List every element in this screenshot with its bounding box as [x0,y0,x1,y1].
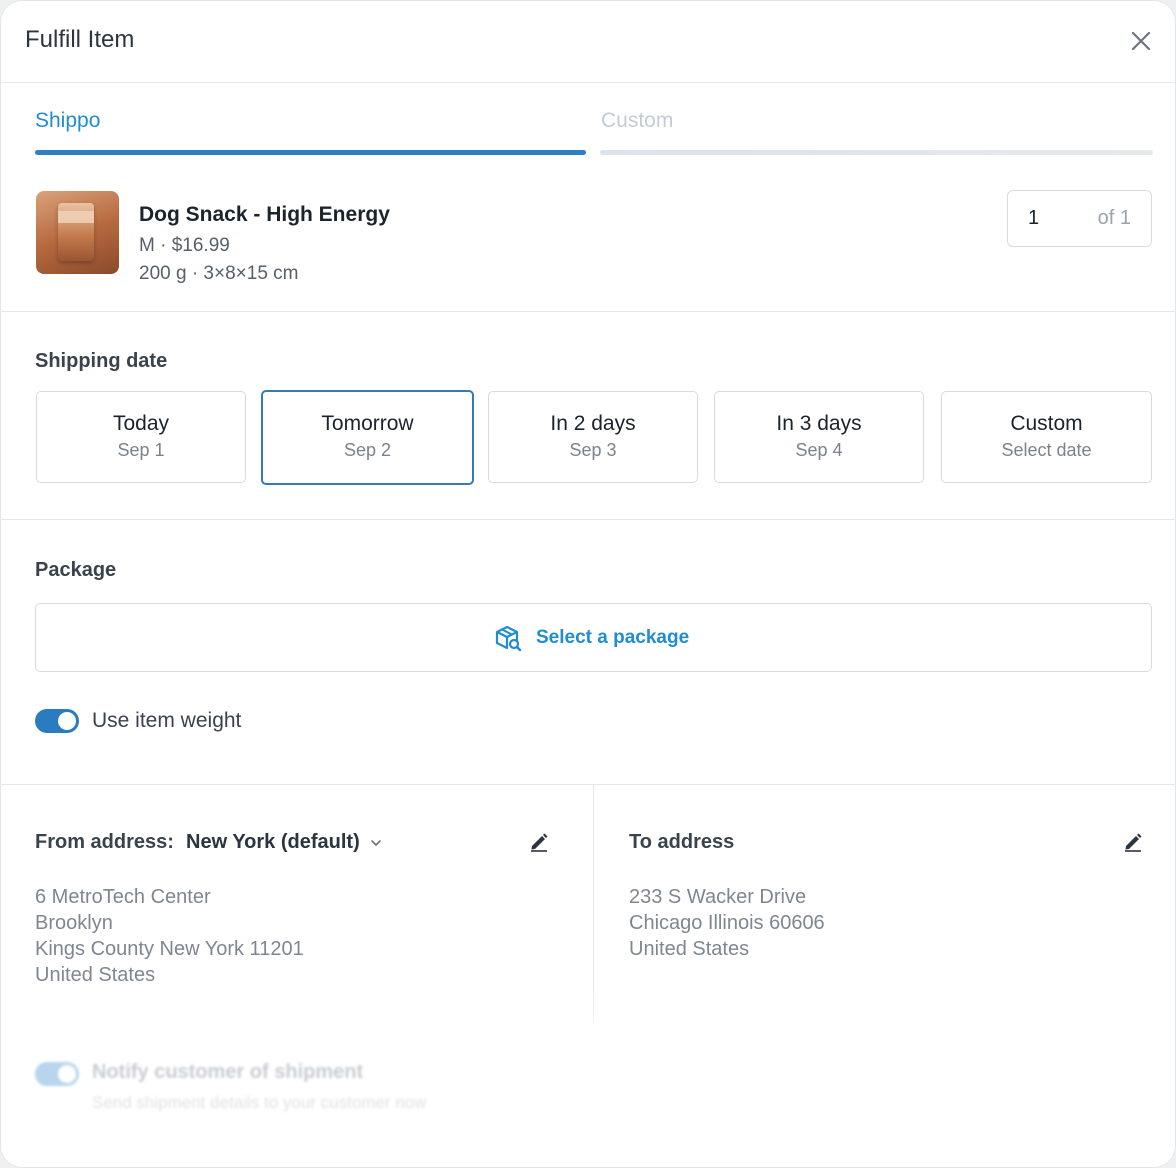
use-item-weight-label: Use item weight [92,709,242,732]
shipping-date-label: Shipping date [35,350,168,372]
use-item-weight-toggle[interactable] [35,709,79,733]
item-row: Dog Snack - High Energy M · $16.99 200 g… [1,155,1175,312]
date-option-in-2-days[interactable]: In 2 days Sep 3 [488,391,698,483]
edit-from-address-button[interactable] [527,829,551,853]
from-address-lines: 6 MetroTech Center Brooklyn Kings County… [35,886,304,986]
date-option-in-3-days[interactable]: In 3 days Sep 4 [714,391,924,483]
tabs: Shippo Custom [1,83,1175,155]
to-address-lines: 233 S Wacker Drive Chicago Illinois 6060… [629,886,825,960]
notify-section: Notify customer of shipment Send shipmen… [1,1025,1175,1167]
close-button[interactable] [1125,25,1157,57]
modal-header: Fulfill Item [1,1,1175,83]
fulfill-item-modal: Fulfill Item Shippo Custom Dog Snack - H… [0,0,1176,1168]
from-address-selected: New York (default) [186,831,360,853]
product-thumbnail [36,191,119,274]
quantity-input[interactable]: 1 of 1 [1007,190,1152,247]
tab-custom[interactable]: Custom [601,109,673,133]
item-name: Dog Snack - High Energy [139,203,390,226]
address-section: From address: New York (default) 6 Metro… [1,785,1175,1025]
quantity-of: of 1 [1097,207,1131,229]
from-address-title: From address: [35,831,174,853]
tab-shippo[interactable]: Shippo [35,109,100,133]
date-option-custom[interactable]: Custom Select date [941,391,1152,483]
shipping-date-section: Shipping date Today Sep 1 Tomorrow Sep 2… [1,312,1175,520]
package-search-icon [495,625,522,652]
package-section: Package Select a package Use item weight [1,520,1175,785]
date-option-tomorrow[interactable]: Tomorrow Sep 2 [261,390,474,485]
edit-to-address-button[interactable] [1121,829,1145,853]
to-address-title: To address [629,831,735,853]
from-address-dropdown[interactable]: New York (default) [186,831,382,854]
notify-customer-subtext: Send shipment details to your customer n… [92,1093,427,1112]
from-address: From address: New York (default) 6 Metro… [1,785,594,1025]
close-icon [1131,31,1151,51]
item-variant-price: M · $16.99 [139,235,230,256]
notify-customer-label: Notify customer of shipment [92,1061,364,1083]
chevron-down-icon [370,839,381,846]
to-address: To address 233 S Wacker Drive Chicago Il… [595,785,1175,1025]
item-weight-dimensions: 200 g · 3×8×15 cm [139,263,299,284]
select-package-button[interactable]: Select a package [35,603,1152,672]
modal-title: Fulfill Item [25,26,135,53]
package-label: Package [35,559,117,581]
select-package-label: Select a package [536,627,690,648]
notify-customer-toggle[interactable] [35,1062,79,1086]
pencil-icon [1125,833,1142,852]
pencil-icon [531,833,548,852]
quantity-value: 1 [1028,207,1040,229]
date-option-today[interactable]: Today Sep 1 [36,391,246,483]
